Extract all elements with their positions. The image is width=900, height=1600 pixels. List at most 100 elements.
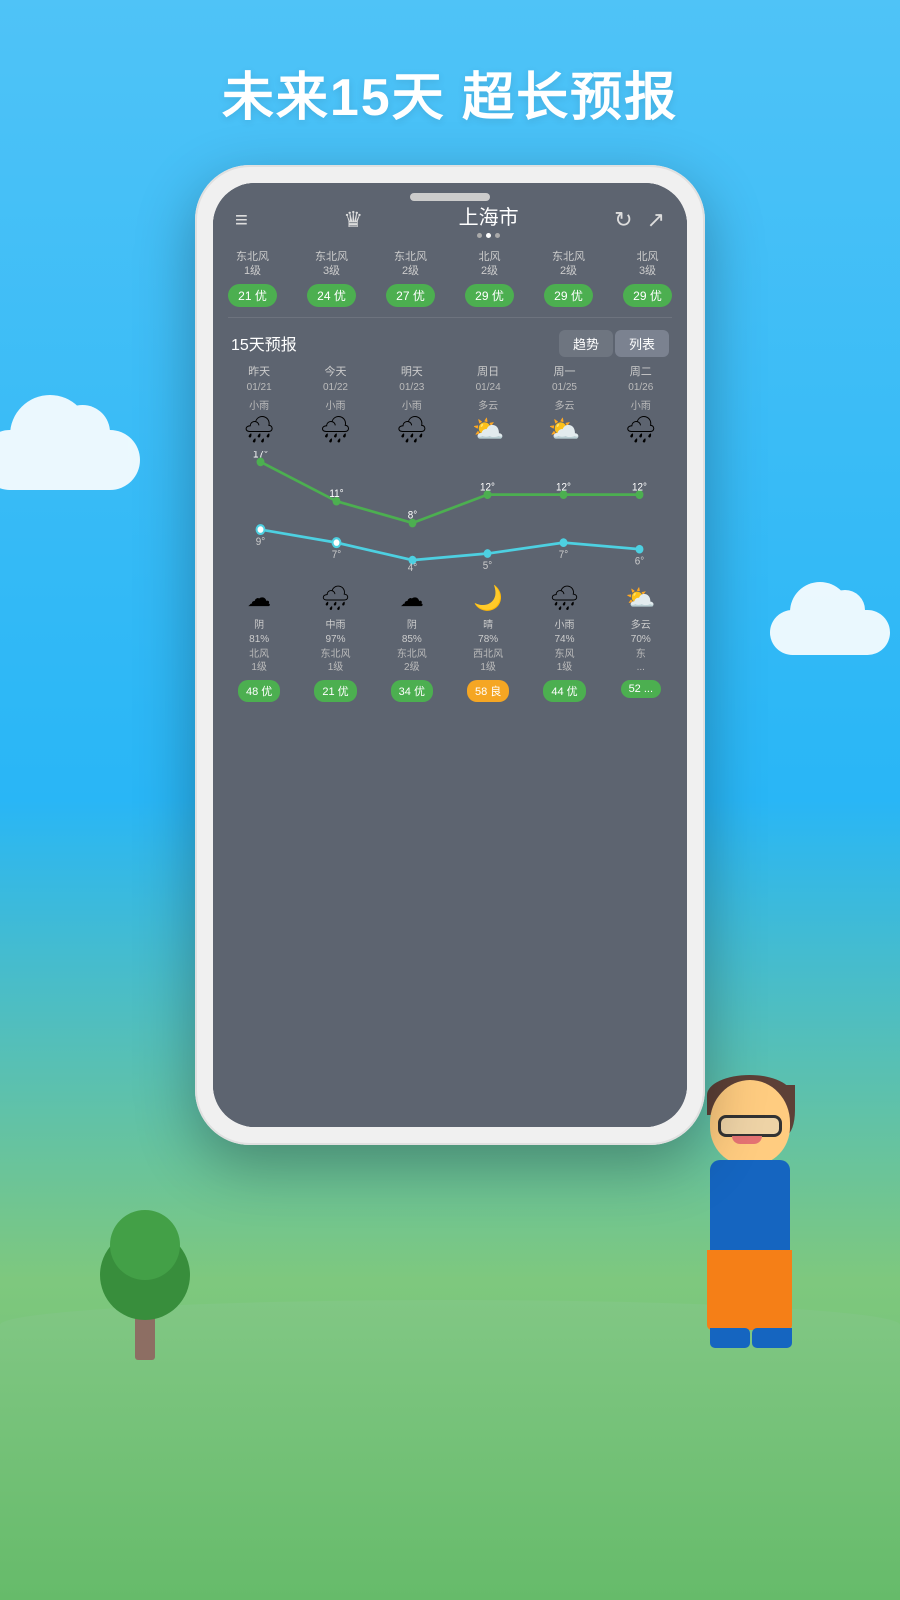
aqi-item-1: 东北风3级 24 优 <box>292 250 371 307</box>
bottom-pct-3: 78% <box>478 634 498 645</box>
high-temp-label-1: 11° <box>329 489 343 501</box>
tab-trend[interactable]: 趋势 <box>559 330 613 357</box>
city-name: 上海市 <box>459 201 519 230</box>
bottom-badge-0: 48 优 <box>238 680 280 702</box>
day-label-2: 明天01/23 <box>399 365 424 396</box>
aqi-badge-1: 24 优 <box>307 284 356 307</box>
bottom-pct-0: 81% <box>249 634 269 645</box>
low-dot-4 <box>560 539 568 548</box>
high-temp-label-3: 12° <box>480 482 495 494</box>
forecast-section: 15天预报 趋势 列表 昨天01/21 小雨 🌧 <box>213 318 687 1127</box>
char-head <box>710 1080 790 1165</box>
aqi-badge-5: 29 优 <box>623 284 672 307</box>
tree <box>100 1220 190 1360</box>
low-temp-label-1: 7° <box>332 550 341 562</box>
day-weather-5: 小雨 <box>631 397 651 412</box>
aqi-badge-3: 29 优 <box>465 284 514 307</box>
temp-chart-svg: 17° 11° 8° 12° 12° 12° 9° 7° 4° 5° 7° <box>223 451 677 571</box>
bottom-pct-2: 85% <box>402 634 422 645</box>
day-weather-1: 小雨 <box>325 397 345 412</box>
share-icon[interactable]: ↗ <box>647 207 665 233</box>
bottom-pct-5: 70% <box>631 634 651 645</box>
aqi-item-2: 东北风2级 27 优 <box>371 250 450 307</box>
dot-2-active <box>486 233 491 238</box>
char-body <box>710 1160 790 1260</box>
day-label-0: 昨天01/21 <box>247 365 272 396</box>
bottom-weather-0: 阴 <box>254 616 264 631</box>
low-dot-3 <box>484 550 492 559</box>
day-weather-2: 小雨 <box>402 397 422 412</box>
low-dot-1 <box>333 539 341 548</box>
cloud-right <box>770 610 890 655</box>
phone-outer: ≡ ♛ 上海市 ↻ ↗ <box>195 165 705 1145</box>
day-label-4: 周一01/25 <box>552 365 577 396</box>
day-bottom-grid: ☁ 阴 81% 北风1级 48 优 🌧 中雨 97% 东北风1级 21 优 <box>213 576 687 710</box>
tab-list[interactable]: 列表 <box>615 330 669 357</box>
phone-mockup: ≡ ♛ 上海市 ↻ ↗ <box>195 165 705 1145</box>
bottom-weather-5: 多云 <box>631 616 651 631</box>
weather-icon-5: 🌧 <box>624 416 657 442</box>
bottom-col-2: ☁ 阴 85% 东北风2级 34 优 <box>374 584 450 702</box>
low-temp-label-3: 5° <box>483 561 492 572</box>
high-temp-label-2: 8° <box>408 511 417 523</box>
bottom-wind-0: 北风1级 <box>249 648 269 674</box>
aqi-item-0: 东北风1级 21 优 <box>213 250 292 307</box>
dot-3 <box>495 233 500 238</box>
day-col-5: 周二01/26 小雨 🌧 <box>603 365 679 447</box>
bottom-wind-4: 东风1级 <box>554 648 574 674</box>
aqi-item-4: 东北风2级 29 优 <box>529 250 608 307</box>
weather-icon-2: 🌧 <box>395 416 428 442</box>
char-shoe-left <box>710 1328 750 1348</box>
day-grid-top: 昨天01/21 小雨 🌧 今天01/22 小雨 🌧 明天01/23 小雨 <box>213 365 687 447</box>
wind-5: 北风3级 <box>637 250 659 279</box>
wind-4: 东北风2级 <box>552 250 585 279</box>
app-content: ≡ ♛ 上海市 ↻ ↗ <box>213 183 687 1127</box>
wind-3: 北风2级 <box>479 250 501 279</box>
weather-icon-0: 🌧 <box>243 416 276 442</box>
forecast-tabs: 趋势 列表 <box>559 330 669 357</box>
aqi-scroll-row: 东北风1级 21 优 东北风3级 24 优 东北风2级 27 优 北风2级 29… <box>213 246 687 317</box>
aqi-badge-0: 21 优 <box>228 284 277 307</box>
bottom-weather-1: 中雨 <box>325 616 345 631</box>
low-dot-5 <box>636 545 644 554</box>
bottom-icon-4: 🌧 <box>549 584 579 613</box>
aqi-badge-4: 29 优 <box>544 284 593 307</box>
day-col-2: 明天01/23 小雨 🌧 <box>374 365 450 447</box>
bottom-col-5: ⛅ 多云 70% 东... 52 ... <box>603 584 679 702</box>
wind-1: 东北风3级 <box>315 250 348 279</box>
bottom-badge-3: 58 良 <box>467 680 509 702</box>
aqi-item-3: 北风2级 29 优 <box>450 250 529 307</box>
temperature-chart: 17° 11° 8° 12° 12° 12° 9° 7° 4° 5° 7° <box>213 451 687 571</box>
day-col-0: 昨天01/21 小雨 🌧 <box>221 365 297 447</box>
weather-icon-1: 🌧 <box>319 416 352 442</box>
bottom-wind-3: 西北风1级 <box>473 648 503 674</box>
bottom-icon-1: 🌧 <box>320 584 350 613</box>
tree-top <box>100 1230 190 1320</box>
wind-2: 东北风2级 <box>394 250 427 279</box>
aqi-item-5: 北风3级 29 优 <box>608 250 687 307</box>
bottom-col-3: 🌙 晴 78% 西北风1级 58 良 <box>450 584 526 702</box>
bottom-wind-1: 东北风1级 <box>320 648 350 674</box>
header-right-icons: ↻ ↗ <box>614 207 665 233</box>
bottom-badge-4: 44 优 <box>543 680 585 702</box>
cloud-left <box>0 430 140 490</box>
bottom-badge-5: 52 ... <box>621 680 661 698</box>
bottom-pct-4: 74% <box>554 634 574 645</box>
menu-icon[interactable]: ≡ <box>235 207 248 233</box>
refresh-icon[interactable]: ↻ <box>614 207 632 233</box>
day-weather-0: 小雨 <box>249 397 269 412</box>
bottom-badge-1: 21 优 <box>314 680 356 702</box>
low-temp-label-4: 7° <box>559 550 568 562</box>
bottom-icon-5: ⛅ <box>626 584 656 613</box>
high-temp-line <box>261 462 640 523</box>
high-temp-label-4: 12° <box>556 482 571 494</box>
char-pants <box>707 1250 792 1330</box>
low-temp-label-5: 6° <box>635 556 644 568</box>
day-label-3: 周日01/24 <box>476 365 501 396</box>
bottom-col-0: ☁ 阴 81% 北风1级 48 优 <box>221 584 297 702</box>
bottom-weather-3: 晴 <box>483 616 493 631</box>
crown-icon[interactable]: ♛ <box>343 207 363 233</box>
bottom-col-4: 🌧 小雨 74% 东风1级 44 优 <box>526 584 602 702</box>
day-weather-3: 多云 <box>478 397 498 412</box>
page-dots <box>459 233 519 238</box>
